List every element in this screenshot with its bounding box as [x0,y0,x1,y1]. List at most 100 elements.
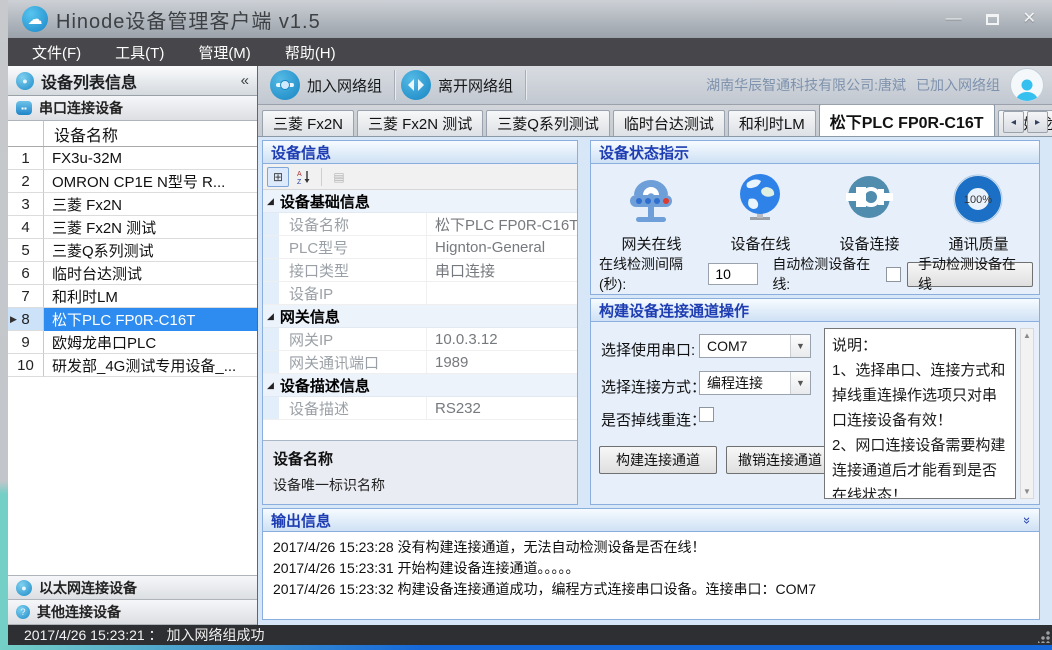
instructions-box: 说明： 1、选择串口、连接方式和掉线重连操作选项只对串口连接设备有效！ 2、网口… [824,328,1016,499]
tab-mitsubishi-fx2n[interactable]: 三菱 Fx2N [262,110,354,136]
device-table: 设备名称 1 FX3u-32M 2 OMRON CP1E N型号 R... 3 … [8,121,257,575]
tab-mitsubishi-fx2n-test[interactable]: 三菱 Fx2N 测试 [357,110,483,136]
device-row[interactable]: 10 研发部_4G测试专用设备_... [8,354,257,377]
tab-mitsubishi-q-test[interactable]: 三菱Q系列测试 [486,110,610,136]
collapse-triangle-icon: ◢ [267,196,274,207]
row-number-header [8,121,44,146]
property-category[interactable]: ◢ 设备基础信息 [263,190,577,213]
section-other-devices[interactable]: ? 其他连接设备 [8,600,257,625]
property-row[interactable]: PLC型号 Hignton-General [263,236,577,259]
tab-delta-temp-test[interactable]: 临时台达测试 [613,110,725,136]
leave-network-icon [401,70,431,100]
device-row[interactable]: 4 三菱 Fx2N 测试 [8,216,257,239]
window-title: Hinode设备管理客户端 v1.5 [56,5,321,34]
property-category[interactable]: ◢ 设备描述信息 [263,374,577,397]
revoke-channel-button[interactable]: 撤销连接通道 [726,446,834,474]
toolbar: 加入网络组 离开网络组 湖南华辰智通科技有限公司:唐斌 已加入网络组 [258,66,1052,105]
status-bar: 2017/4/26 15:23:21 ： 加入网络组成功 [8,625,1052,645]
auto-check-label: 自动检测设备在线: [772,254,880,294]
menu-manage[interactable]: 管理(M) [198,42,251,63]
section-ethernet-devices[interactable]: ● 以太网连接设备 [8,575,257,600]
user-avatar[interactable] [1010,68,1044,102]
property-grid: ◢ 设备基础信息 设备名称 松下PLC FP0R-C16T PLC型号 Hign… [263,190,577,440]
comm-quality-indicator: 100% 通讯质量 [948,173,1008,254]
desktop-background-bottom [0,645,1052,650]
collapse-output-icon[interactable]: » [1020,516,1035,523]
property-row[interactable]: 设备IP [263,282,577,305]
online-check-controls: 在线检测间隔(秒): 自动检测设备在线: 手动检测设备在线 [591,260,1039,294]
property-row[interactable]: 网关IP 10.0.3.12 [263,328,577,351]
menu-help[interactable]: 帮助(H) [285,42,336,63]
join-network-icon [270,70,300,100]
status-message: 2017/4/26 15:23:21 ： 加入网络组成功 [24,625,264,645]
main-area: 加入网络组 离开网络组 湖南华辰智通科技有限公司:唐斌 已加入网络组 [258,66,1052,625]
gateway-online-indicator: 网关在线 [621,173,681,254]
device-row-selected[interactable]: ▶ 8 松下PLC FP0R-C16T [8,308,257,331]
leave-network-button[interactable]: 离开网络组 [395,66,525,105]
property-row[interactable]: 网关通讯端口 1989 [263,351,577,374]
property-category[interactable]: ◢ 网关信息 [263,305,577,328]
device-row[interactable]: 9 欧姆龙串口PLC [8,331,257,354]
screen: ☁ Hinode设备管理客户端 v1.5 — ✕ 文件(F) 工具(T) 管理(… [0,0,1052,650]
serial-section-icon: ▪▪ [16,101,32,115]
collapse-sidebar-icon[interactable]: « [241,72,249,89]
device-tab-strip: 三菱 Fx2N 三菱 Fx2N 测试 三菱Q系列测试 临时台达测试 和利时LM … [258,105,1052,137]
property-row[interactable]: 接口类型 串口连接 [263,259,577,282]
content-area: 设备信息 ⊞ AZ ▤ ◢ 设备基础信息 [258,137,1052,625]
network-status-label: 已加入网络组 [916,75,1000,95]
log-line: 2017/4/26 15:23:28 没有构建连接通道，无法自动检测设备是否在线… [273,537,1029,558]
property-grid-toolbar: ⊞ AZ ▤ [263,164,577,190]
menu-file[interactable]: 文件(F) [32,42,81,63]
device-row[interactable]: 2 OMRON CP1E N型号 R... [8,170,257,193]
property-description: 设备名称 设备唯一标识名称 [263,440,577,504]
interval-label: 在线检测间隔(秒): [599,254,702,294]
device-row[interactable]: 1 FX3u-32M [8,147,257,170]
tab-scroll-right-icon[interactable]: ▸ [1027,111,1048,133]
reconnect-checkbox[interactable] [699,407,714,422]
tab-panasonic-fp0r-active[interactable]: 松下PLC FP0R-C16T [819,105,995,136]
maximize-button[interactable] [986,14,999,25]
tab-hollysys-lm[interactable]: 和利时LM [728,110,816,136]
categorized-view-icon[interactable]: ⊞ [267,167,289,187]
build-channel-button[interactable]: 构建连接通道 [599,446,717,474]
collapse-triangle-icon: ◢ [267,311,274,322]
selected-row-marker-icon: ▶ [10,314,17,325]
sort-alphabetical-icon[interactable]: AZ [293,167,315,187]
svg-text:Z: Z [297,179,302,184]
manual-check-button[interactable]: 手动检测设备在线 [907,262,1033,287]
menu-tools[interactable]: 工具(T) [115,42,164,63]
chevron-down-icon: ▼ [790,372,810,394]
svg-text:100%: 100% [964,194,992,206]
auto-check-checkbox[interactable] [886,267,901,282]
instructions-scrollbar[interactable]: ▲ ▼ [1020,328,1034,499]
section-serial-devices[interactable]: ▪▪ 串口连接设备 [8,96,257,121]
collapse-triangle-icon: ◢ [267,380,274,391]
interval-input[interactable] [708,263,758,285]
reconnect-label: 是否掉线重连： [601,409,706,430]
tab-scroll-left-icon[interactable]: ◂ [1003,111,1024,133]
serial-port-select[interactable]: COM7 ▼ [699,334,811,358]
property-row[interactable]: 设备名称 松下PLC FP0R-C16T [263,213,577,236]
close-button[interactable]: ✕ [1023,11,1036,27]
property-pages-icon: ▤ [328,167,350,187]
scroll-down-icon[interactable]: ▼ [1023,487,1031,496]
device-row[interactable]: 6 临时台达测试 [8,262,257,285]
ethernet-section-icon: ● [16,580,32,596]
chevron-down-icon: ▼ [790,335,810,357]
svg-text:A: A [297,171,302,178]
output-panel: 输出信息 » 2017/4/26 15:23:28 没有构建连接通道，无法自动检… [262,508,1040,620]
device-info-header: 设备信息 [263,141,577,164]
connect-mode-select[interactable]: 编程连接 ▼ [699,371,811,395]
device-status-header: 设备状态指示 [591,141,1039,164]
minimize-button[interactable]: — [946,11,962,27]
device-name-header[interactable]: 设备名称 [44,121,257,146]
scroll-up-icon[interactable]: ▲ [1023,331,1031,340]
user-info: 湖南华辰智通科技有限公司:唐斌 已加入网络组 [706,68,1052,102]
device-row[interactable]: 7 和利时LM [8,285,257,308]
device-row[interactable]: 5 三菱Q系列测试 [8,239,257,262]
property-row[interactable]: 设备描述 RS232 [263,397,577,420]
device-status-panel: 设备状态指示 [590,140,1040,295]
join-network-button[interactable]: 加入网络组 [264,66,394,105]
resize-grip[interactable] [1038,631,1050,643]
device-row[interactable]: 3 三菱 Fx2N [8,193,257,216]
